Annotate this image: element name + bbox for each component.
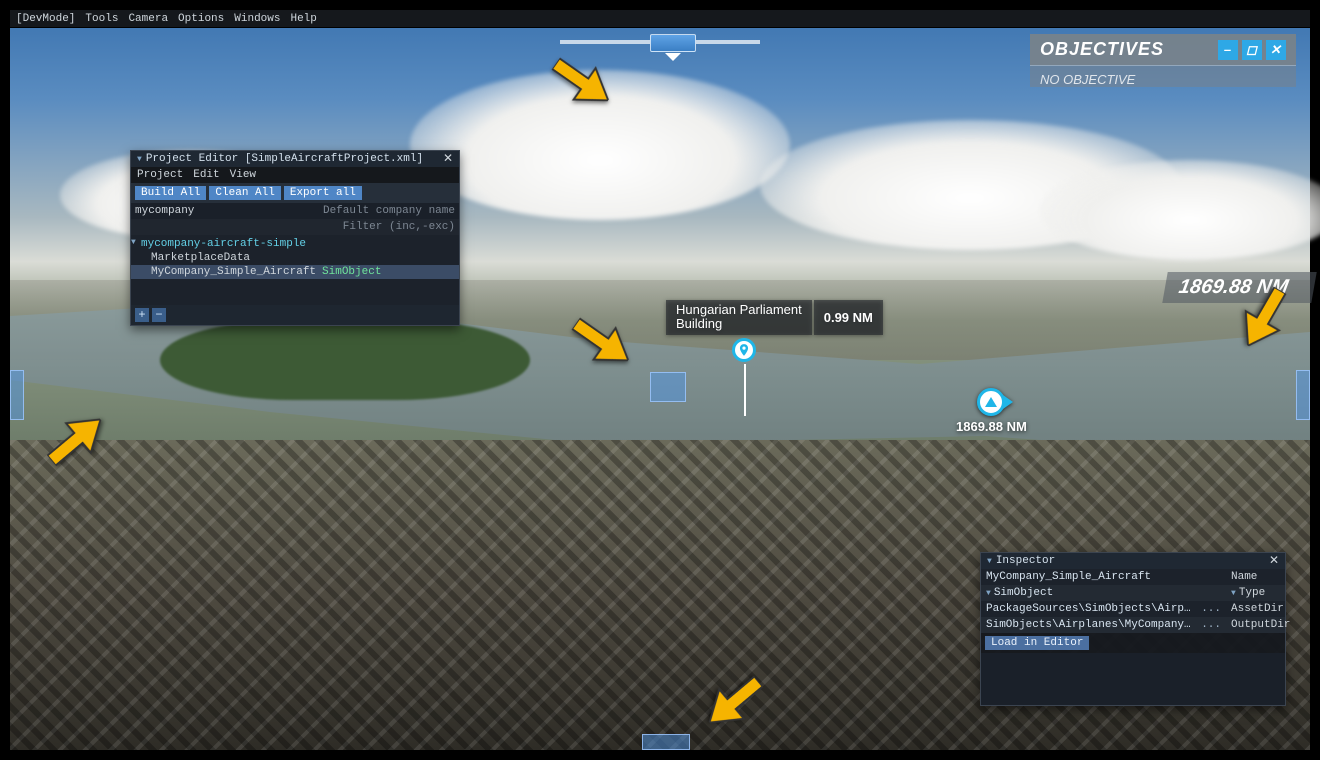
objectives-popout-button[interactable]: ◻ — [1242, 40, 1262, 60]
dock-zone-left[interactable] — [10, 370, 24, 420]
tree-selected-item[interactable]: MyCompany_Simple_AircraftSimObject — [131, 265, 459, 279]
inspector-assetdir-label: AssetDir — [1225, 601, 1285, 617]
inspector-assetdir-value[interactable]: PackageSources\SimObjects\Airplanes\MyCo… — [981, 601, 1197, 617]
inspector-name-value[interactable]: MyCompany_Simple_Aircraft — [981, 569, 1225, 585]
poi-marker-icon[interactable] — [732, 338, 756, 362]
poi-name: Hungarian Parliament Building — [666, 300, 812, 335]
project-editor-panel[interactable]: Project Editor [SimpleAircraftProject.xm… — [130, 150, 460, 326]
poi-distance: 0.99 NM — [814, 300, 883, 335]
viewport[interactable]: [DevMode] Tools Camera Options Windows H… — [10, 10, 1310, 750]
menu-camera[interactable]: Camera — [128, 13, 168, 25]
company-hint: Default company name — [323, 205, 455, 217]
clean-all-button[interactable]: Clean All — [209, 186, 280, 200]
menu-windows[interactable]: Windows — [234, 13, 280, 25]
inspector-panel[interactable]: Inspector ✕ MyCompany_Simple_Aircraft Na… — [980, 552, 1286, 706]
waypoint-distance: 1869.88 NM — [956, 419, 1027, 434]
pe-menu-view[interactable]: View — [230, 169, 256, 181]
pe-menu-edit[interactable]: Edit — [193, 169, 219, 181]
inspector-assetdir-browse[interactable]: ... — [1197, 601, 1225, 617]
tree-root[interactable]: mycompany-aircraft-simple — [131, 237, 459, 251]
dev-menubar: [DevMode] Tools Camera Options Windows H… — [10, 10, 1310, 28]
menu-options[interactable]: Options — [178, 13, 224, 25]
project-editor-close-button[interactable]: ✕ — [443, 153, 453, 165]
objectives-close-button[interactable]: ✕ — [1266, 40, 1286, 60]
objectives-minimize-button[interactable]: – — [1218, 40, 1238, 60]
objectives-body: NO OBJECTIVE — [1030, 65, 1296, 87]
dock-zone-right[interactable] — [1296, 370, 1310, 420]
menu-devmode[interactable]: [DevMode] — [16, 13, 75, 25]
inspector-name-label: Name — [1225, 569, 1285, 585]
inspector-type-value[interactable]: SimObject — [981, 585, 1225, 601]
menu-help[interactable]: Help — [290, 13, 316, 25]
objectives-title: OBJECTIVES — [1040, 39, 1164, 60]
inspector-outputdir-value[interactable]: SimObjects\Airplanes\MyCompany_Simple_Ai… — [981, 617, 1197, 633]
objectives-panel: OBJECTIVES – ◻ ✕ NO OBJECTIVE — [1030, 34, 1296, 87]
poi-pin-line — [744, 364, 746, 416]
inspector-outputdir-label: OutputDir — [1225, 617, 1285, 633]
company-field[interactable]: mycompany — [135, 205, 323, 217]
inspector-title[interactable]: Inspector — [987, 555, 1055, 567]
poi-label[interactable]: Hungarian Parliament Building 0.99 NM — [666, 300, 883, 335]
pe-menu-project[interactable]: Project — [137, 169, 183, 181]
tree-marketplace[interactable]: MarketplaceData — [131, 251, 459, 265]
cloud — [1040, 160, 1320, 260]
tree-remove-button[interactable]: − — [152, 308, 166, 322]
island — [160, 320, 530, 400]
dock-zone-bottom[interactable] — [642, 734, 690, 750]
project-editor-title[interactable]: Project Editor [SimpleAircraftProject.xm… — [137, 153, 423, 165]
menu-tools[interactable]: Tools — [85, 13, 118, 25]
inspector-type-label: Type — [1225, 585, 1285, 601]
waypoint-marker[interactable]: 1869.88 NM — [956, 388, 1027, 434]
inspector-blank-area — [981, 653, 1285, 705]
waypoint-icon — [977, 388, 1005, 416]
export-all-button[interactable]: Export all — [284, 186, 362, 200]
dock-zone-center[interactable] — [650, 372, 686, 402]
load-in-editor-button[interactable]: Load in Editor — [985, 636, 1089, 650]
inspector-outputdir-browse[interactable]: ... — [1197, 617, 1225, 633]
tree-item-type: SimObject — [322, 266, 381, 278]
project-tree: mycompany-aircraft-simple MarketplaceDat… — [131, 235, 459, 305]
tree-add-button[interactable]: + — [135, 308, 149, 322]
filter-hint: Filter (inc,-exc) — [343, 221, 455, 233]
inspector-close-button[interactable]: ✕ — [1269, 555, 1279, 567]
filter-field[interactable] — [135, 221, 343, 233]
top-panel-handle[interactable] — [650, 34, 696, 52]
build-all-button[interactable]: Build All — [135, 186, 206, 200]
